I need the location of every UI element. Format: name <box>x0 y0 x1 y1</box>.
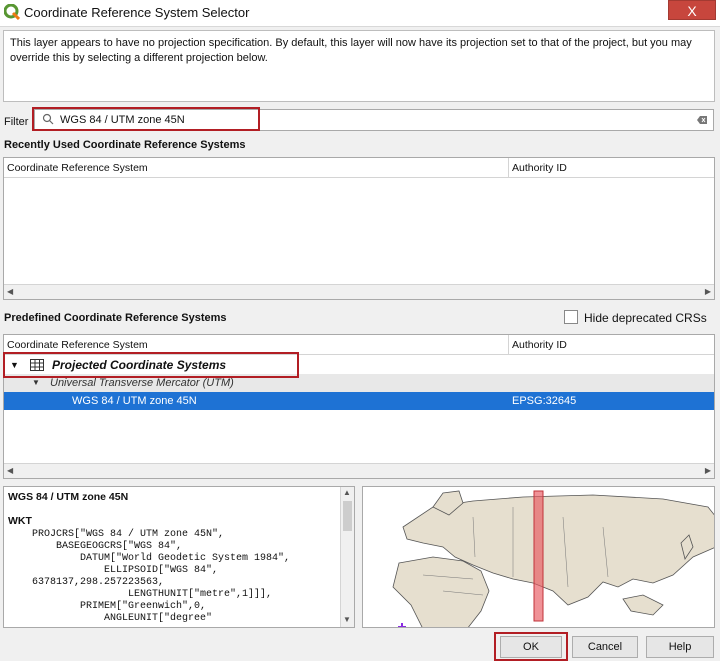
utm-zone-band <box>533 490 544 622</box>
filter-label: Filter <box>4 116 29 128</box>
title-bar: Coordinate Reference System Selector X <box>0 0 720 27</box>
horizontal-scrollbar[interactable]: ◀ ▶ <box>4 463 714 478</box>
crs-extent-map <box>362 486 715 628</box>
tree-label-crs: WGS 84 / UTM zone 45N <box>72 395 197 407</box>
column-header-authority[interactable]: Authority ID <box>509 158 714 178</box>
tree-row-selected-crs[interactable]: WGS 84 / UTM zone 45N EPSG:32645 <box>4 392 714 410</box>
world-map <box>363 487 714 627</box>
recent-crs-heading: Recently Used Coordinate Reference Syste… <box>4 139 246 151</box>
scroll-right-icon[interactable]: ▶ <box>705 466 711 475</box>
info-message: This layer appears to have no projection… <box>3 30 715 102</box>
window-title: Coordinate Reference System Selector <box>24 5 250 20</box>
wkt-text: PROJCRS["WGS 84 / UTM zone 45N", BASEGEO… <box>32 529 291 624</box>
hide-deprecated-checkbox[interactable] <box>564 310 578 324</box>
wkt-heading: WKT <box>8 515 32 527</box>
ok-annotation-box <box>494 632 568 661</box>
scroll-left-icon[interactable]: ◀ <box>7 287 13 296</box>
horizontal-scrollbar[interactable]: ◀ ▶ <box>4 284 714 299</box>
scroll-right-icon[interactable]: ▶ <box>705 287 711 296</box>
scroll-thumb[interactable] <box>343 501 352 531</box>
hide-deprecated-label[interactable]: Hide deprecated CRSs <box>584 311 707 325</box>
cancel-button[interactable]: Cancel <box>572 636 638 658</box>
scroll-left-icon[interactable]: ◀ <box>7 466 13 475</box>
column-header-crs[interactable]: Coordinate Reference System <box>4 158 509 178</box>
help-button[interactable]: Help <box>646 636 714 658</box>
clear-filter-icon[interactable] <box>696 114 708 126</box>
scroll-up-icon[interactable]: ▲ <box>343 488 351 497</box>
column-header-authority[interactable]: Authority ID <box>509 335 714 355</box>
qgis-logo-icon <box>4 4 20 20</box>
vertical-scrollbar[interactable]: ▲ ▼ <box>340 487 354 627</box>
tree-authority-id: EPSG:32645 <box>512 395 577 407</box>
projected-annotation-box <box>3 352 299 378</box>
close-button[interactable]: X <box>668 0 716 20</box>
scroll-down-icon[interactable]: ▼ <box>343 615 351 624</box>
predefined-crs-heading: Predefined Coordinate Reference Systems <box>4 312 227 324</box>
filter-annotation-box <box>32 107 260 131</box>
recent-crs-table[interactable]: Coordinate Reference System Authority ID… <box>3 157 715 300</box>
wkt-crs-title: WGS 84 / UTM zone 45N <box>8 491 129 503</box>
wkt-panel[interactable]: WGS 84 / UTM zone 45N WKT PROJCRS["WGS 8… <box>3 486 355 628</box>
